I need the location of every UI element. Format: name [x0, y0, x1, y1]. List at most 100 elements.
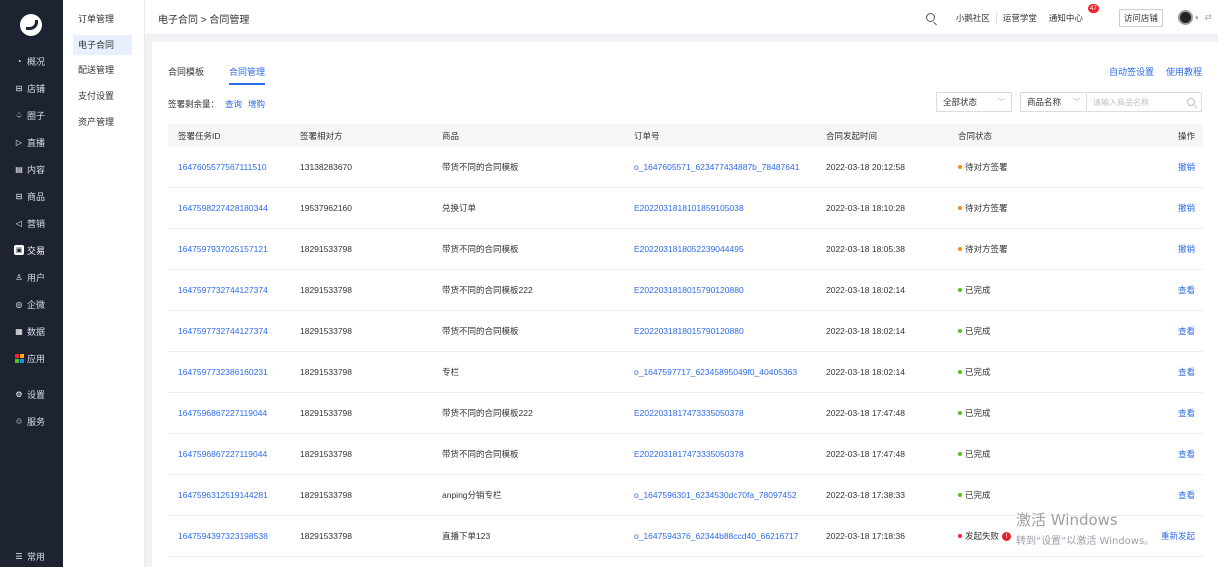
- rail-item-7[interactable]: ▣ 交易: [0, 240, 63, 260]
- notification-badge: 47: [1087, 3, 1099, 13]
- order-link[interactable]: E202203181801579012088​0: [634, 285, 744, 295]
- time-cell: 2022-03-18 17:47:48: [826, 408, 905, 418]
- visit-store-button[interactable]: 访问店铺: [1118, 8, 1163, 27]
- rail-item-9[interactable]: ◎ 企微: [0, 294, 63, 314]
- col-status: 合同状态: [958, 130, 993, 141]
- gauge-icon: ◔: [16, 56, 22, 66]
- task-id-link[interactable]: 1647597732386160231: [178, 367, 268, 377]
- rail-item-12[interactable]: ⚙ 设置: [0, 384, 63, 404]
- row-action-link[interactable]: 查看: [1178, 490, 1195, 500]
- task-id-link[interactable]: 1647594397323198538: [178, 531, 268, 541]
- switch-icon[interactable]: ⇄: [1204, 12, 1212, 23]
- rail-item-5[interactable]: ⊟ 商品: [0, 186, 63, 206]
- order-link[interactable]: o_1647597717_62345895049f0_40405363: [634, 367, 797, 377]
- row-action-link[interactable]: 查看: [1178, 285, 1195, 295]
- subnav-item-4[interactable]: 资产管理: [73, 112, 132, 132]
- search-icon[interactable]: [1187, 98, 1195, 106]
- tutorial-link[interactable]: 使用教程: [1166, 65, 1202, 78]
- task-id-link[interactable]: 1647597732744127374: [178, 326, 268, 336]
- goods-cell: 带货不同的合同模板: [442, 162, 519, 172]
- col-task-id: 签署任务ID: [178, 130, 221, 141]
- quota-buy-link[interactable]: 增购: [248, 98, 265, 110]
- row-action-link[interactable]: 撤销: [1178, 203, 1195, 213]
- rail-item-2[interactable]: ♤ 圈子: [0, 105, 63, 125]
- subnav-item-0[interactable]: 订单管理: [73, 9, 132, 29]
- row-action-link[interactable]: 重新发起: [1161, 531, 1195, 541]
- order-link[interactable]: E20220318181018591050​38: [634, 203, 744, 213]
- goods-cell: 兑换订单: [442, 203, 477, 213]
- time-cell: 2022-03-18 17:38:33: [826, 490, 905, 500]
- task-id-link[interactable]: 1647597732744127374: [178, 285, 268, 295]
- live-icon: ▷: [15, 137, 23, 147]
- avatar[interactable]: [1177, 10, 1193, 25]
- task-id-link[interactable]: 1647596867227119044: [178, 408, 267, 418]
- rail-item-8[interactable]: ♙ 用户: [0, 267, 63, 287]
- rail-item-10[interactable]: ▦ 数据: [0, 321, 63, 341]
- subnav-item-1[interactable]: 电子合同: [73, 35, 132, 55]
- quota-query-link[interactable]: 查询: [225, 98, 242, 110]
- academy-link[interactable]: 运营学堂: [997, 13, 1043, 23]
- shop-icon: ⊟: [15, 83, 23, 93]
- status-cell: 已完成: [958, 407, 1098, 419]
- goods-cell: 带货不同的合同模板: [442, 244, 519, 254]
- time-cell: 2022-03-18 17:47:48: [826, 449, 905, 459]
- chevron-down-icon[interactable]: ▾: [1195, 14, 1199, 22]
- order-link[interactable]: E202203181747333505037​8: [634, 408, 744, 418]
- status-dot: [958, 370, 962, 374]
- row-action-link[interactable]: 撤销: [1178, 244, 1195, 254]
- order-link[interactable]: E202203181801579012088​0: [634, 326, 744, 336]
- task-id-link[interactable]: 1647605577567111510: [178, 162, 267, 172]
- col-action: 操作: [1177, 130, 1195, 141]
- rail-item-4[interactable]: ▤ 内容: [0, 159, 63, 179]
- search-field-value: 商品名称: [1027, 97, 1062, 107]
- order-link[interactable]: o_1647605571_623477434887b_78487641: [634, 162, 799, 172]
- chevron-down-icon: ﹀: [1073, 99, 1080, 106]
- search-field-select[interactable]: 商品名称 ﹀: [1020, 92, 1086, 112]
- rail-item-label: 商品: [27, 191, 46, 202]
- wechat-work-icon: ◎: [15, 299, 23, 309]
- row-action-link[interactable]: 查看: [1178, 326, 1195, 336]
- task-id-link[interactable]: 1647596312519144281: [178, 490, 268, 500]
- tab-contract-template[interactable]: 合同模板: [168, 65, 204, 85]
- order-link[interactable]: o_1647594376_62344b88ccd40_66216717: [634, 531, 799, 541]
- rail-item-0[interactable]: ◔ 概况: [0, 51, 63, 71]
- breadcrumb: 电子合同 > 合同管理: [158, 15, 250, 26]
- order-link[interactable]: E202203181747333505037​8: [634, 449, 744, 459]
- watermark-subtitle: 转到“设置”以激活 Windows。: [1016, 536, 1155, 547]
- row-action-link[interactable]: 查看: [1178, 449, 1195, 459]
- rail-item-3[interactable]: ▷ 直播: [0, 132, 63, 152]
- row-action-link[interactable]: 查看: [1178, 367, 1195, 377]
- rail-item-13[interactable]: ♲ 服务: [0, 411, 63, 431]
- app-logo[interactable]: [20, 14, 42, 36]
- top-header: 电子合同 > 合同管理 小鹅社区 运营学堂 通知中心 47 访问店铺 ▾ ⇄: [145, 0, 1218, 35]
- task-id-link[interactable]: 1647598227428180344: [178, 203, 268, 213]
- community-link[interactable]: 小鹅社区: [950, 12, 997, 23]
- goods-search-input[interactable]: [1093, 97, 1178, 107]
- rail-item-14[interactable]: ☰ 常用: [0, 546, 63, 566]
- tab-contract-management[interactable]: 合同管理: [229, 65, 266, 85]
- order-link[interactable]: o_1647596301_6234530dc70fa_78097452: [634, 490, 797, 500]
- rail-item-1[interactable]: ⊟ 店铺: [0, 78, 63, 98]
- error-icon[interactable]: !: [1002, 531, 1012, 541]
- task-id-link[interactable]: 1647596867227119044: [178, 449, 267, 459]
- subnav-item-3[interactable]: 支付设置: [73, 86, 132, 106]
- row-action-link[interactable]: 撤销: [1178, 162, 1195, 172]
- status-select[interactable]: 全部状态 ﹀: [936, 92, 1012, 112]
- rail-item-label: 应用: [27, 353, 46, 364]
- table-row: 1647597732744127374 18291533798 带货不同的合同模板2…: [168, 270, 1203, 311]
- rail-item-11[interactable]: 应用: [0, 348, 63, 368]
- status-text: 已完成: [965, 367, 991, 377]
- party-cell: 18291533798: [300, 326, 353, 336]
- chevron-down-icon: ﹀: [998, 99, 1005, 106]
- rail-item-label: 营销: [27, 218, 46, 229]
- subnav-item-2[interactable]: 配送管理: [73, 60, 132, 80]
- row-action-link[interactable]: 查看: [1178, 408, 1195, 418]
- search-icon[interactable]: [925, 13, 935, 22]
- order-link[interactable]: E20220318180522390444​95: [634, 244, 744, 254]
- table-row: 1647597732386160231 18291533798 专栏 o_164759…: [168, 352, 1203, 393]
- auto-sign-settings-link[interactable]: 自动签设置: [1109, 65, 1154, 78]
- rail-item-6[interactable]: ◁ 营销: [0, 213, 63, 233]
- notification-center[interactable]: 通知中心 47: [1043, 3, 1101, 24]
- task-id-link[interactable]: 1647597937025157121: [178, 244, 268, 254]
- sign-quota: 签署剩余量： 查询 增购: [168, 98, 265, 110]
